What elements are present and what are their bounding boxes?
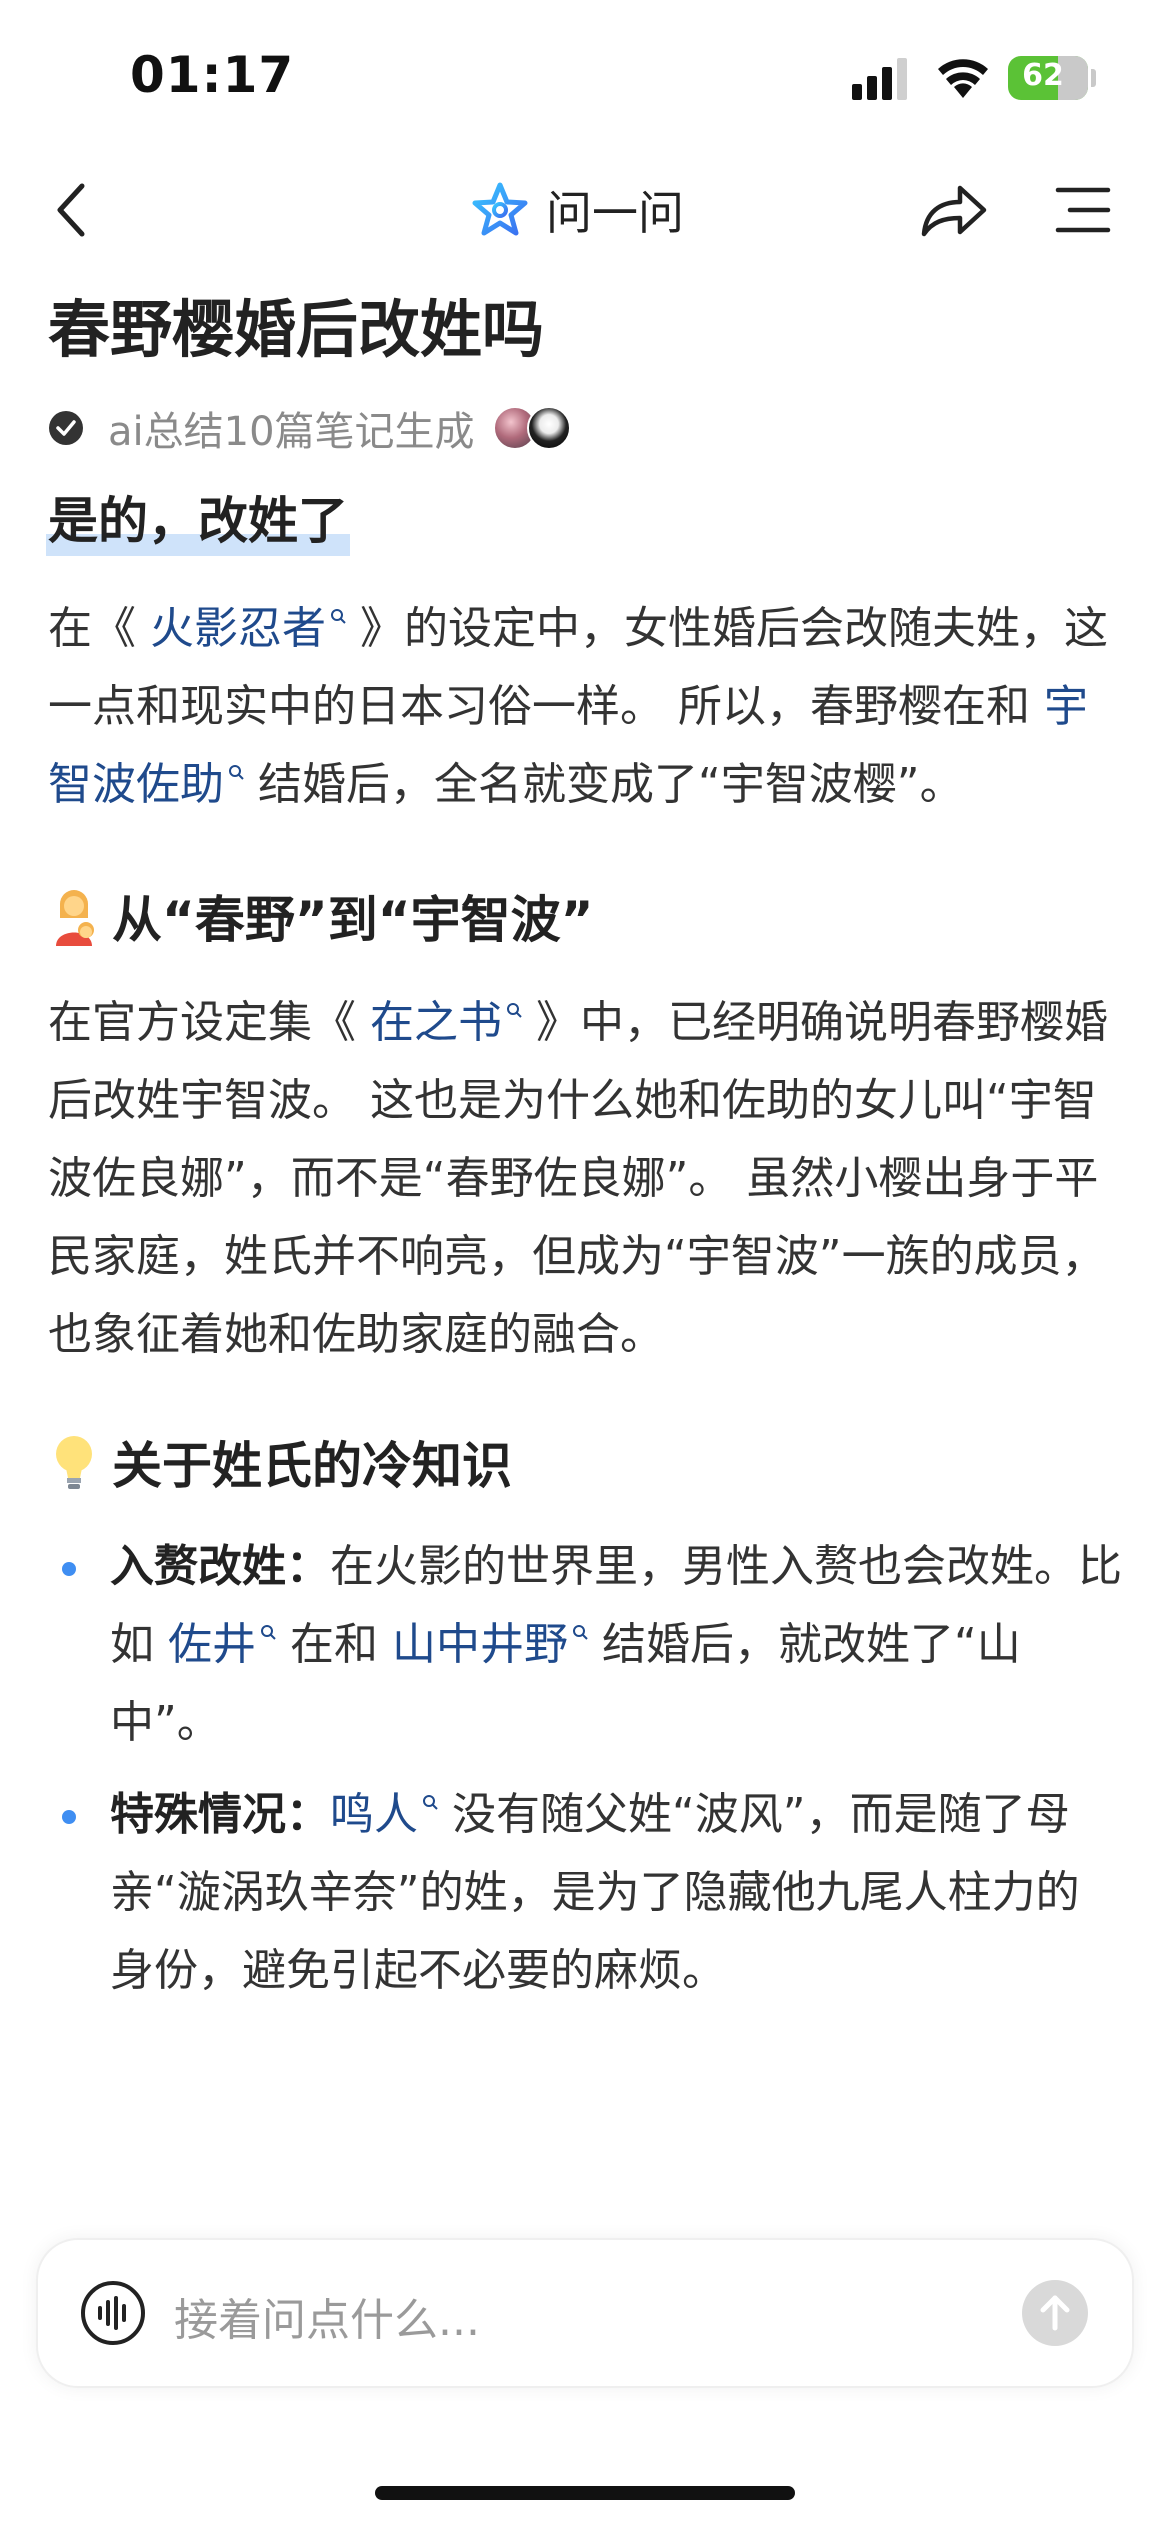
battery-tip (1091, 69, 1096, 87)
bullet-title: 入赘改姓： (110, 1541, 330, 1592)
link-text: 在之书 (370, 997, 502, 1048)
link-naruto[interactable]: 火影忍者 (150, 603, 346, 654)
text: 》中，已经明确说明春野樱婚后改姓宇智波。 这也是为什么她和佐助的女儿叫“宇智波佐… (48, 997, 1108, 1360)
search-small-icon (261, 1625, 276, 1640)
search-small-icon (507, 1003, 522, 1018)
avatar (526, 406, 571, 450)
check-icon (49, 411, 83, 445)
send-arrow-icon (1040, 2295, 1070, 2331)
home-indicator (375, 2486, 795, 2500)
content-area: 春野樱婚后改姓吗 ai总结10篇笔记生成 是的，改姓了 在《 火影忍者 》的设定… (46, 290, 1122, 2010)
note-avatars (492, 406, 571, 450)
search-small-icon (229, 765, 244, 780)
bullet-dot (62, 1810, 76, 1824)
battery-level: 62 (1022, 58, 1064, 93)
section-heading-text: 关于姓氏的冷知识 (112, 1437, 512, 1495)
section-heading-trivia: 关于姓氏的冷知识 (48, 1426, 1122, 1498)
nav-bar: 问一问 (0, 160, 1170, 260)
wifi-icon (938, 59, 988, 98)
link-text: 鸣人 (330, 1789, 418, 1840)
summary-meta[interactable]: ai总结10篇笔记生成 (48, 398, 1122, 458)
battery-indicator: 62 (1008, 56, 1088, 100)
link-text: 佐井 (168, 1619, 256, 1670)
link-sai[interactable]: 佐井 (168, 1619, 276, 1670)
voice-icon[interactable] (80, 2280, 146, 2346)
link-naruto-character[interactable]: 鸣人 (330, 1789, 438, 1840)
search-small-icon (572, 1625, 588, 1640)
section-heading-text: 从“春野”到“宇智波” (112, 891, 594, 949)
ask-input-bar[interactable]: 接着问点什么... (36, 2238, 1134, 2388)
lightbulb-emoji-icon (56, 1436, 92, 1489)
bottom-fade (0, 2050, 1170, 2230)
link-ino[interactable]: 山中井野 (392, 1619, 588, 1670)
menu-icon[interactable] (1054, 184, 1112, 236)
section-heading-surname: 从“春野”到“宇智波” (48, 880, 1122, 952)
search-small-icon (423, 1795, 438, 1810)
summary-meta-text: ai总结10篇笔记生成 (108, 409, 475, 455)
ask-input-placeholder[interactable]: 接着问点什么... (174, 2284, 480, 2348)
text: 结婚后，全名就变成了“宇智波樱”。 (244, 759, 964, 810)
link-text: 山中井野 (391, 1619, 568, 1670)
bullet-title: 特殊情况： (110, 1789, 330, 1840)
trivia-list: 入赘改姓：在火影的世界里，男性入赘也会改姓。比如 佐井 在和 山中井野 结婚后，… (48, 1528, 1122, 2010)
answer-highlight: 是的，改姓了 (46, 486, 350, 556)
nav-title: 问一问 (546, 186, 684, 240)
status-time: 01:17 (130, 46, 295, 104)
intro-paragraph: 在《 火影忍者 》的设定中，女性婚后会改随夫姓，这一点和现实中的日本习俗一样。 … (48, 590, 1122, 824)
back-icon[interactable] (48, 180, 98, 240)
search-small-icon (331, 609, 346, 624)
text: 在《 (48, 603, 150, 654)
woman-emoji-icon (56, 890, 94, 946)
page-title: 春野樱婚后改姓吗 (48, 293, 545, 366)
text: 在和 (276, 1619, 392, 1670)
star-icon (472, 182, 528, 236)
text: 在官方设定集《 (48, 997, 370, 1048)
bullet-dot (62, 1562, 76, 1576)
list-item: 特殊情况：鸣人 没有随父姓“波风”，而是随了母亲“漩涡玖辛奈”的姓，是为了隐藏他… (48, 1776, 1122, 2010)
status-bar: 01:17 62 (0, 0, 1170, 150)
section1-paragraph: 在官方设定集《 在之书 》中，已经明确说明春野樱婚后改姓宇智波。 这也是为什么她… (48, 984, 1122, 1374)
link-book[interactable]: 在之书 (370, 997, 522, 1048)
link-text: 火影忍者 (150, 603, 326, 654)
send-button[interactable] (1022, 2280, 1088, 2346)
share-icon[interactable] (918, 182, 988, 240)
list-item: 入赘改姓：在火影的世界里，男性入赘也会改姓。比如 佐井 在和 山中井野 结婚后，… (48, 1528, 1122, 1762)
cellular-signal-icon (852, 58, 907, 100)
nav-title-group: 问一问 (470, 178, 684, 242)
